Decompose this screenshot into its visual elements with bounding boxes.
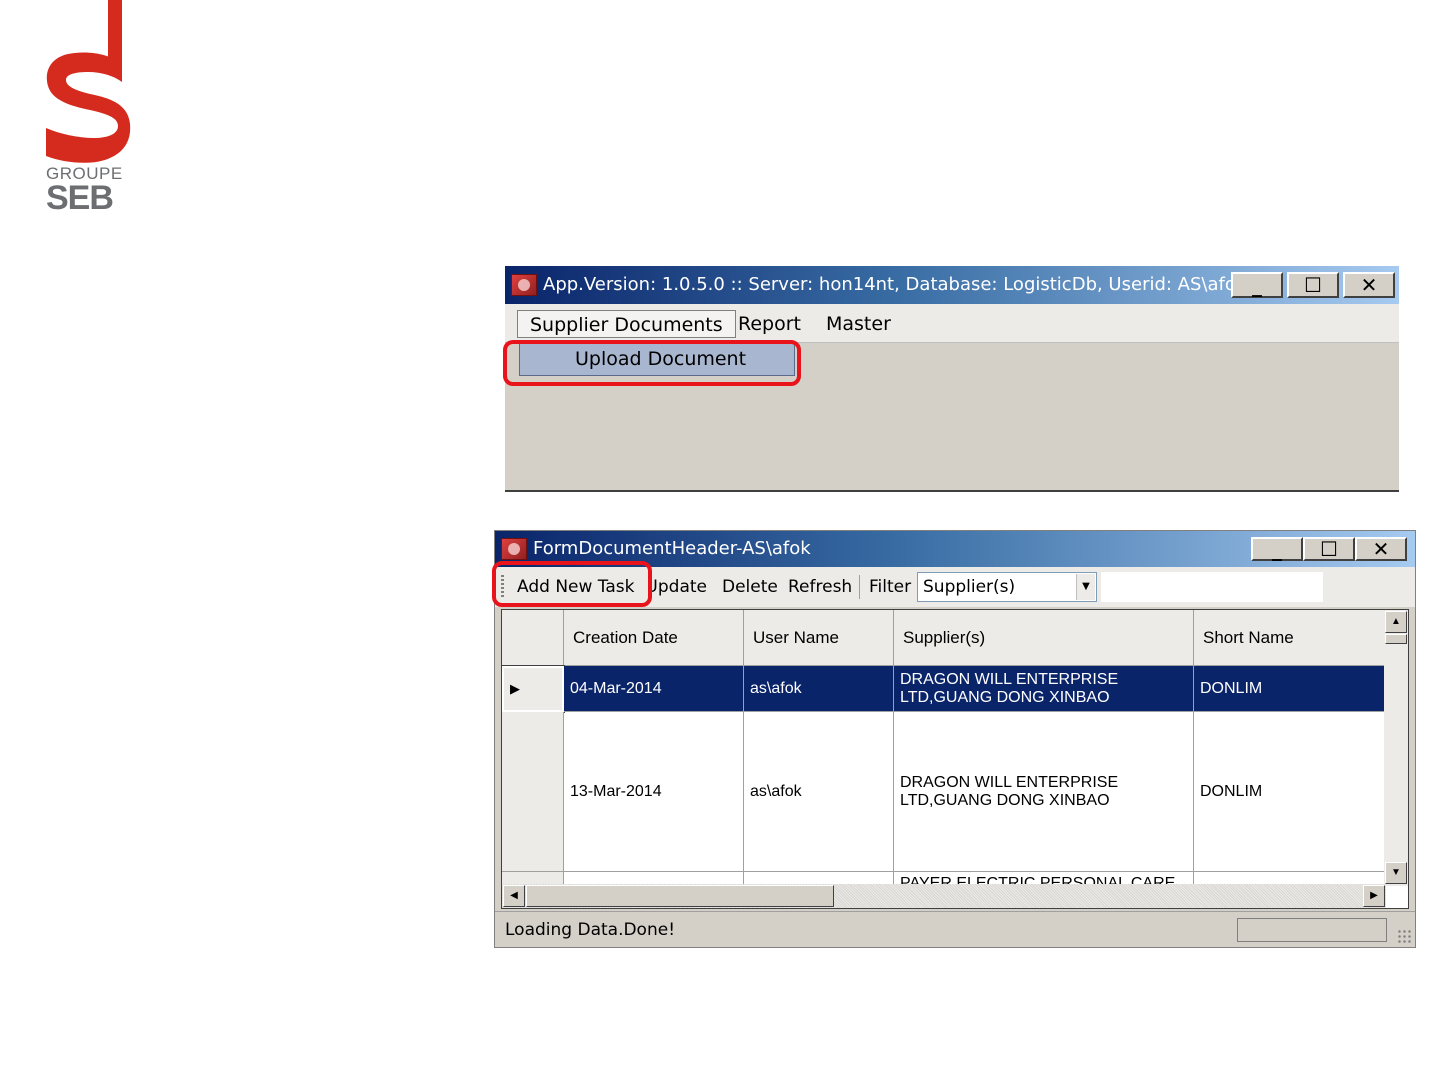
refresh-button[interactable]: Refresh [788, 574, 852, 600]
status-bar: Loading Data.Done! [495, 911, 1415, 947]
table-row-cell[interactable]: as\afok [744, 712, 894, 872]
column-header-short-name[interactable]: Short Name [1194, 610, 1386, 666]
menu-supplier-documents[interactable]: Supplier Documents [517, 310, 736, 338]
main-window-titlebar[interactable]: App.Version: 1.0.5.0 :: Server: hon14nt,… [505, 266, 1399, 304]
filter-select[interactable]: Supplier(s) ▼ [917, 572, 1097, 602]
resize-grip-icon[interactable] [1397, 929, 1411, 943]
column-header-creation-date[interactable]: Creation Date [564, 610, 744, 666]
scroll-right-icon[interactable]: ▶ [1363, 885, 1385, 907]
close-button[interactable]: ✕ [1355, 537, 1407, 561]
delete-button[interactable]: Delete [722, 574, 778, 600]
menu-master[interactable]: Master [814, 310, 903, 338]
maximize-button[interactable]: ☐ [1303, 537, 1355, 561]
update-button[interactable]: Update [651, 574, 707, 600]
scroll-down-icon[interactable]: ▼ [1385, 862, 1407, 884]
maximize-button[interactable]: ☐ [1287, 272, 1339, 298]
status-text: Loading Data.Done! [505, 920, 676, 940]
table-row-cell[interactable]: DRAGON WILL ENTERPRISE LTD,GUANG DONG XI… [894, 666, 1194, 712]
row-selector-current[interactable]: ▶ [502, 665, 565, 713]
progress-bar [1237, 918, 1387, 942]
minimize-button[interactable]: _ [1251, 537, 1303, 561]
highlight-upload-document [503, 340, 801, 386]
menu-bar: Supplier Documents Report Master [505, 304, 1399, 343]
scroll-left-icon[interactable]: ◀ [503, 885, 525, 907]
filter-select-value: Supplier(s) [923, 577, 1016, 597]
form-icon[interactable] [501, 538, 527, 560]
row-selector[interactable] [502, 712, 564, 872]
table-row-cell[interactable]: 13-Mar-2014 [564, 712, 744, 872]
table-row-cell[interactable]: 04-Mar-2014 [564, 666, 744, 712]
table-row-cell[interactable]: DONLIM [1194, 712, 1386, 872]
menu-report[interactable]: Report [726, 310, 813, 338]
scroll-thumb[interactable] [1385, 634, 1407, 644]
table-row-cell[interactable]: as\afok [744, 666, 894, 712]
app-icon[interactable] [511, 274, 537, 296]
highlight-add-new-task [492, 561, 652, 607]
current-row-arrow-icon: ▶ [510, 681, 520, 696]
table-row-cell[interactable]: DRAGON WILL ENTERPRISE LTD,GUANG DONG XI… [894, 712, 1194, 872]
horizontal-scroll-thumb[interactable] [526, 885, 834, 907]
main-window-title: App.Version: 1.0.5.0 :: Server: hon14nt,… [543, 274, 1247, 295]
minimize-button[interactable]: _ [1231, 272, 1283, 298]
scroll-up-icon[interactable]: ▲ [1385, 611, 1407, 633]
update-label: Update [651, 577, 707, 597]
column-header-suppliers[interactable]: Supplier(s) [894, 610, 1194, 666]
close-button[interactable]: ✕ [1343, 272, 1395, 298]
logo-seb-text: SEB [46, 179, 114, 217]
filter-input[interactable] [1101, 572, 1323, 602]
horizontal-scrollbar[interactable]: ◀ ▶ [502, 884, 1386, 908]
filter-label: Filter [869, 577, 912, 597]
documents-grid: Creation Date User Name Supplier(s) Shor… [501, 609, 1409, 909]
vertical-scrollbar[interactable]: ▲ ▼ [1384, 610, 1408, 886]
table-row-cell[interactable]: DONLIM [1194, 666, 1386, 712]
chevron-down-icon[interactable]: ▼ [1076, 574, 1095, 600]
toolbar-separator [859, 575, 860, 599]
row-header-corner [502, 610, 564, 666]
column-header-user-name[interactable]: User Name [744, 610, 894, 666]
